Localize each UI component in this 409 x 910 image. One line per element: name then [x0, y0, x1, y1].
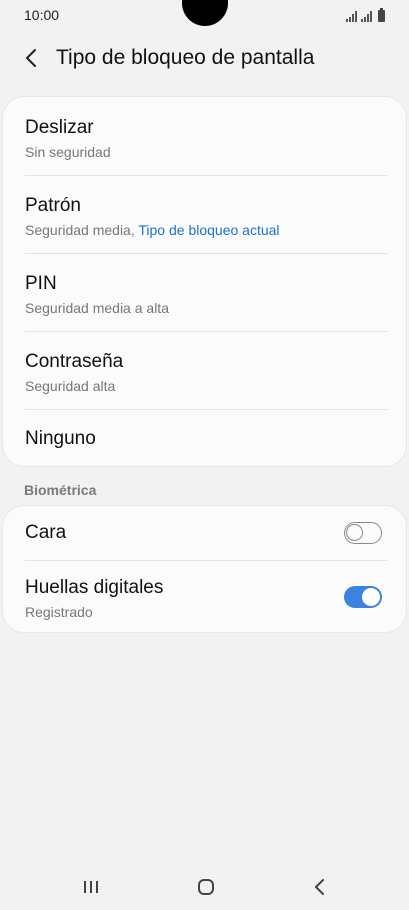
home-button[interactable]: [188, 872, 224, 902]
divider: [25, 253, 388, 254]
biometric-title: Cara: [25, 522, 67, 543]
navigation-bar: [0, 862, 409, 910]
current-lock-label: Tipo de bloqueo actual: [138, 222, 280, 238]
toggle-knob: [346, 524, 363, 541]
lock-option-pattern[interactable]: Patrón Seguridad media, Tipo de bloqueo …: [25, 195, 388, 238]
fingerprint-toggle[interactable]: [344, 586, 382, 608]
lock-option-title: Contraseña: [25, 351, 124, 372]
app-header: Tipo de bloqueo de pantalla: [0, 38, 409, 78]
lock-option-title: PIN: [25, 273, 57, 294]
divider: [25, 331, 388, 332]
divider: [25, 175, 388, 176]
signal-icon: [361, 10, 372, 22]
lock-option-title: Ninguno: [25, 428, 96, 449]
lock-option-subtitle: Seguridad media a alta: [25, 300, 169, 316]
recents-button[interactable]: [73, 872, 109, 902]
lock-option-title: Deslizar: [25, 117, 94, 138]
status-icons: [346, 8, 385, 22]
page-title: Tipo de bloqueo de pantalla: [56, 46, 315, 69]
lock-option-none[interactable]: Ninguno: [25, 428, 388, 450]
lock-option-pin[interactable]: PIN Seguridad media a alta: [25, 273, 388, 316]
toggle-knob: [361, 587, 381, 607]
signal-icon: [346, 10, 357, 22]
chevron-left-icon: [26, 49, 36, 67]
status-time: 10:00: [24, 7, 60, 23]
nav-back-button[interactable]: [302, 872, 338, 902]
lock-option-title: Patrón: [25, 195, 81, 216]
divider: [25, 409, 388, 410]
recents-icon: [84, 881, 98, 893]
camera-notch: [182, 0, 228, 26]
back-icon: [315, 879, 324, 895]
battery-icon: [378, 8, 385, 22]
section-label-biometrics: Biométrica: [24, 482, 97, 498]
biometric-face[interactable]: Cara: [25, 522, 388, 544]
lock-option-swipe[interactable]: Deslizar Sin seguridad: [25, 117, 388, 160]
status-bar: 10:00: [0, 0, 409, 30]
lock-option-subtitle: Seguridad alta: [25, 378, 116, 394]
divider: [25, 560, 388, 561]
biometric-subtitle: Registrado: [25, 604, 93, 620]
home-icon: [198, 879, 214, 895]
lock-type-list: Deslizar Sin seguridad Patrón Seguridad …: [2, 96, 407, 467]
biometric-fingerprint[interactable]: Huellas digitales Registrado: [25, 577, 388, 620]
biometric-title: Huellas digitales: [25, 577, 164, 598]
lock-option-password[interactable]: Contraseña Seguridad alta: [25, 351, 388, 394]
lock-option-subtitle: Seguridad media, Tipo de bloqueo actual: [25, 222, 280, 238]
face-toggle[interactable]: [344, 522, 382, 544]
back-button[interactable]: [18, 44, 46, 72]
biometrics-list: Cara Huellas digitales Registrado: [2, 505, 407, 633]
lock-option-subtitle: Sin seguridad: [25, 144, 111, 160]
